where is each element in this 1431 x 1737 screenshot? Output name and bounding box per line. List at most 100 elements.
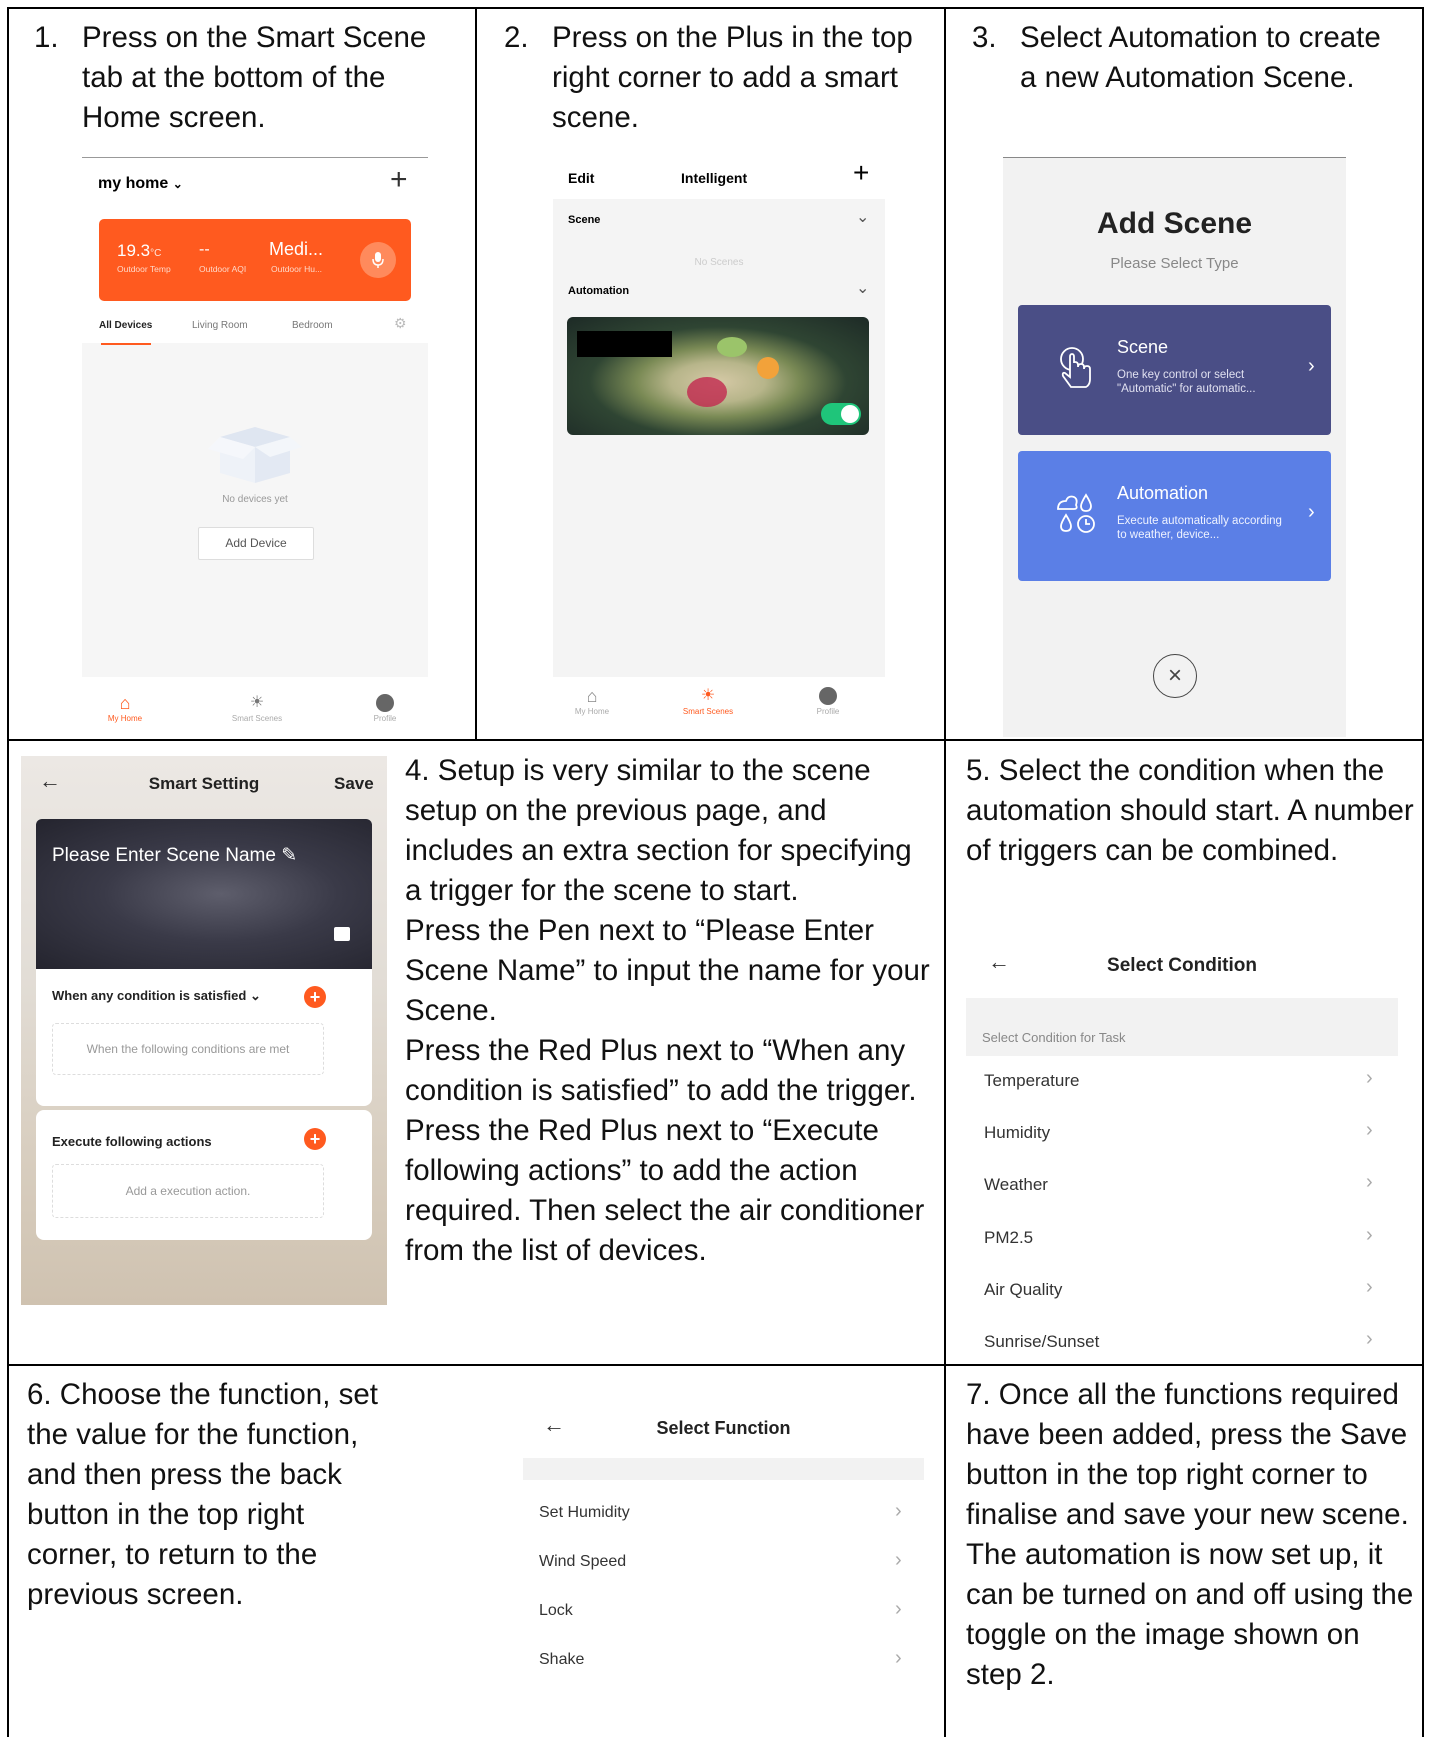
chevron-down-icon: ⌄ xyxy=(249,988,261,1003)
screen-select-condition: ← Select Condition Select Condition for … xyxy=(966,935,1398,1363)
outdoor-temp: 19.3 xyxy=(117,241,151,260)
border-left xyxy=(7,7,9,1737)
chevron-right-icon: › xyxy=(1366,1276,1373,1298)
automation-type-desc: Execute automatically according to weath… xyxy=(1117,515,1282,541)
tab-underline xyxy=(101,343,151,345)
condition-header[interactable]: When any condition is satisfied ⌄ xyxy=(52,988,261,1004)
nav-my-home[interactable]: ⌂ My Home xyxy=(100,694,150,723)
pen-icon[interactable]: ✎ xyxy=(281,845,297,866)
nav-profile[interactable]: Profile xyxy=(360,694,410,723)
condition-card: When any condition is satisfied ⌄ + When… xyxy=(36,969,372,1106)
automation-type-card[interactable]: Automation Execute automatically accordi… xyxy=(1018,451,1331,581)
step-7-para-1: 7. Once all the functions required have … xyxy=(966,1378,1409,1531)
chevron-right-icon: › xyxy=(895,1549,902,1571)
tab-all-devices[interactable]: All Devices xyxy=(99,320,152,331)
nav-smart-scenes[interactable]: ☀ Smart Scenes xyxy=(222,694,292,723)
sun-icon: ☀ xyxy=(249,694,265,711)
save-button[interactable]: Save xyxy=(334,774,374,794)
tab-living-room[interactable]: Living Room xyxy=(192,320,248,331)
scene-section-header[interactable]: Scene xyxy=(568,214,600,226)
chevron-right-icon: › xyxy=(1366,1328,1373,1350)
empty-text: No devices yet xyxy=(222,494,288,505)
scene-type-card[interactable]: Scene One key control or select "Automat… xyxy=(1018,305,1331,435)
function-item[interactable]: Lock › xyxy=(523,1591,924,1641)
chevron-down-icon[interactable]: ⌄ xyxy=(856,278,869,298)
action-card: Execute following actions + Add a execut… xyxy=(36,1110,372,1240)
step-number: 1. xyxy=(34,21,59,54)
section-header xyxy=(523,1458,924,1480)
microphone-icon[interactable] xyxy=(360,242,396,278)
condition-item[interactable]: Humidity › xyxy=(966,1111,1398,1163)
add-action-icon[interactable]: + xyxy=(304,1128,326,1150)
automation-section-header[interactable]: Automation xyxy=(568,285,629,297)
step-text: Press on the Plus in the top right corne… xyxy=(552,21,913,134)
step-6-instruction: 6. Choose the function, set the value fo… xyxy=(27,1378,378,1611)
outdoor-humidity: Medi... xyxy=(269,239,324,259)
scene-name-input[interactable]: Please Enter Scene Name ✎ xyxy=(52,844,297,867)
redaction-box xyxy=(577,331,672,357)
nav-smart-scenes[interactable]: ☀ Smart Scenes xyxy=(673,687,743,716)
condition-item[interactable]: Weather › xyxy=(966,1163,1398,1215)
function-item[interactable]: Shake › xyxy=(523,1640,924,1682)
function-item[interactable]: Wind Speed › xyxy=(523,1542,924,1592)
step-5-instruction: 5. Select the condition when the automat… xyxy=(966,754,1414,867)
chevron-right-icon: › xyxy=(1366,1067,1373,1089)
condition-placeholder[interactable]: When the following conditions are met xyxy=(52,1023,324,1075)
condition-item[interactable]: Air Quality › xyxy=(966,1268,1398,1320)
chevron-right-icon: › xyxy=(1308,355,1315,377)
nav-profile[interactable]: Profile xyxy=(803,687,853,716)
action-placeholder[interactable]: Add a execution action. xyxy=(52,1164,324,1218)
action-header[interactable]: Execute following actions xyxy=(52,1134,212,1149)
nav-my-home[interactable]: ⌂ My Home xyxy=(567,687,617,716)
gear-icon[interactable]: ⚙ xyxy=(394,315,407,332)
step-4-instruction: 4. Setup is very similar to the scene se… xyxy=(405,751,930,1271)
page-title: Smart Setting xyxy=(148,774,260,793)
automation-toggle[interactable] xyxy=(821,403,861,425)
chevron-down-icon: ⌄ xyxy=(172,177,183,191)
image-icon[interactable] xyxy=(334,927,350,941)
add-condition-icon[interactable]: + xyxy=(304,986,326,1008)
condition-item[interactable]: Sunrise/Sunset › xyxy=(966,1320,1398,1363)
automation-card-image[interactable] xyxy=(567,317,869,435)
screen-select-function: ← Select Function Set Humidity › Wind Sp… xyxy=(523,1400,924,1682)
close-icon[interactable]: × xyxy=(1153,654,1197,698)
step-2-instruction: 2. Press on the Plus in the top right co… xyxy=(504,18,924,138)
automation-type-title: Automation xyxy=(1117,483,1209,503)
add-icon[interactable]: + xyxy=(390,163,408,197)
add-scene-plus-icon[interactable]: + xyxy=(853,157,869,189)
add-device-button[interactable]: Add Device xyxy=(198,527,314,560)
col-divider-a xyxy=(475,7,477,740)
outdoor-aqi: -- xyxy=(199,241,210,258)
page-title: Select Condition xyxy=(1107,955,1257,976)
chevron-right-icon: › xyxy=(1366,1171,1373,1193)
step-number: 3. xyxy=(972,21,997,54)
step-text: Select Automation to create a new Automa… xyxy=(1020,21,1381,94)
chevron-down-icon[interactable]: ⌄ xyxy=(856,207,869,227)
home-icon: ⌂ xyxy=(586,686,598,706)
function-item[interactable]: Set Humidity › xyxy=(523,1492,924,1542)
empty-box-icon xyxy=(200,417,310,492)
condition-item[interactable]: PM2.5 › xyxy=(966,1216,1398,1268)
border-right xyxy=(1422,7,1424,1737)
home-icon: ⌂ xyxy=(119,693,131,713)
page-title: Intelligent xyxy=(681,170,748,186)
row-divider-2 xyxy=(7,1364,1424,1366)
step-3-instruction: 3. Select Automation to create a new Aut… xyxy=(972,18,1392,98)
section-header: Select Condition for Task xyxy=(966,998,1398,1056)
step-7-instruction: 7. Once all the functions required have … xyxy=(966,1375,1421,1695)
chevron-right-icon: › xyxy=(1308,501,1315,523)
home-selector[interactable]: my home ⌄ xyxy=(98,175,183,193)
screen-intelligent: Edit Intelligent + Scene ⌄ No Scenes Aut… xyxy=(553,157,885,725)
edit-button[interactable]: Edit xyxy=(568,170,594,186)
profile-icon xyxy=(819,687,837,705)
step-4-para-3: Press the Red Plus next to “When any con… xyxy=(405,1034,917,1107)
chevron-right-icon: › xyxy=(895,1500,902,1522)
tab-bedroom[interactable]: Bedroom xyxy=(292,320,333,331)
condition-item[interactable]: Temperature › xyxy=(966,1059,1398,1111)
scene-type-title: Scene xyxy=(1117,337,1169,357)
chevron-right-icon: › xyxy=(895,1598,902,1620)
step-text: Press on the Smart Scene tab at the bott… xyxy=(82,21,427,134)
chevron-right-icon: › xyxy=(895,1647,902,1669)
step-4-para-2: Press the Pen next to “Please Enter Scen… xyxy=(405,914,930,1027)
tap-hand-icon xyxy=(1056,345,1096,396)
